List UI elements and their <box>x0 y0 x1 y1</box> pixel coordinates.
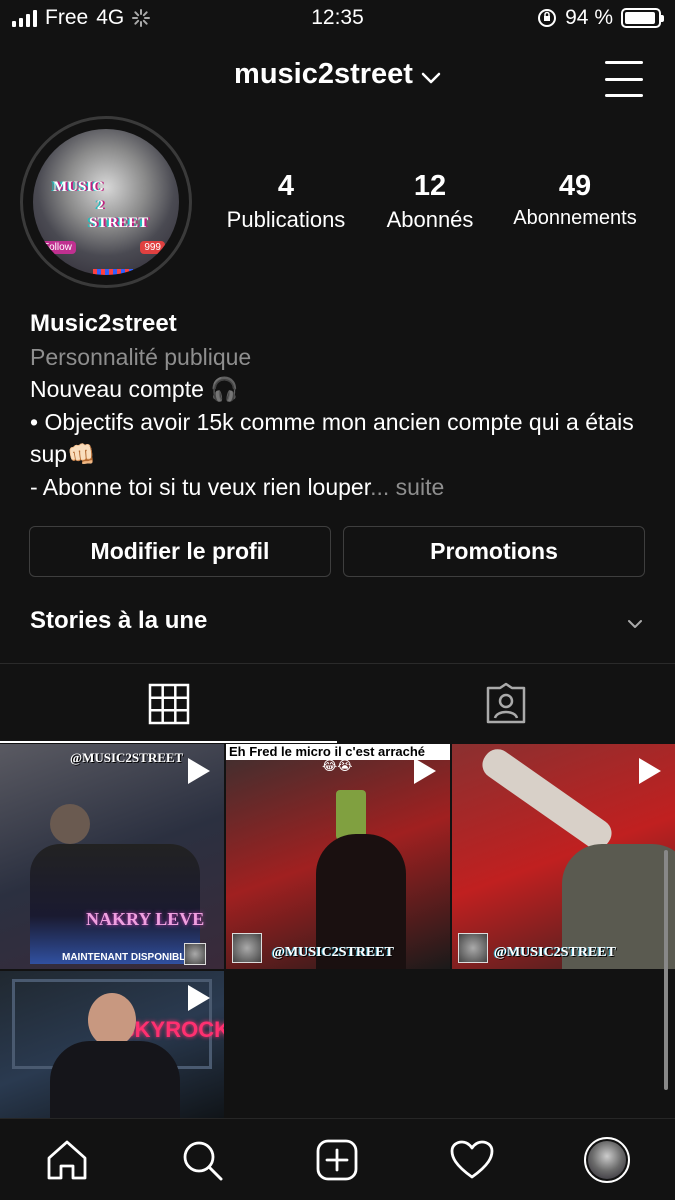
avatar <box>584 1137 630 1183</box>
tile-figure <box>476 744 618 855</box>
avatar-text: MUSIC <box>53 179 104 195</box>
bottom-navigation <box>0 1118 675 1200</box>
bio-more-link[interactable]: ... suite <box>370 474 444 500</box>
scrollbar[interactable] <box>664 850 668 1090</box>
post-caption: MAINTENANT DISPONIBLE <box>62 952 192 963</box>
avatar-text: STREET <box>89 215 149 231</box>
menu-icon[interactable] <box>605 58 643 97</box>
chevron-down-icon <box>421 59 441 92</box>
display-name: Music2street <box>30 310 177 337</box>
post-tile[interactable]: @MUSIC2STREET <box>452 744 675 969</box>
post-caption: @MUSIC2STREET <box>70 750 184 765</box>
video-play-icon <box>637 756 663 791</box>
post-caption: Eh Fred le micro il c'est arraché <box>229 744 426 759</box>
nav-new-post[interactable] <box>312 1135 362 1185</box>
avatar-decoration <box>93 269 133 275</box>
grid-icon <box>148 683 189 725</box>
chevron-down-icon[interactable] <box>627 616 643 634</box>
video-play-icon <box>412 756 438 791</box>
bio-line: Nouveau compte 🎧 <box>30 376 239 402</box>
mini-logo <box>184 943 206 965</box>
post-tile[interactable]: Eh Fred le micro il c'est arraché 😂😭 @MU… <box>226 744 450 969</box>
account-switcher[interactable]: music2street <box>0 58 675 92</box>
profile-bio: Music2street Personnalité publique Nouve… <box>30 308 650 503</box>
post-tile[interactable]: SKYROCK <box>0 971 224 1118</box>
add-post-icon <box>316 1139 358 1181</box>
mini-logo <box>458 933 488 963</box>
stat-followers[interactable]: 12 Abonnés <box>374 170 486 233</box>
stat-following[interactable]: 49 Abonnements <box>502 170 648 230</box>
post-watermark: @MUSIC2STREET <box>272 945 394 960</box>
stat-publications[interactable]: 4 Publications <box>212 170 360 233</box>
search-icon <box>183 1141 223 1181</box>
post-tile[interactable]: @MUSIC2STREET NAKRY LEVE MAINTENANT DISP… <box>0 744 224 969</box>
tile-figure <box>50 804 90 844</box>
stat-value: 49 <box>558 170 592 202</box>
orientation-lock-icon <box>538 9 557 27</box>
stat-value: 12 <box>413 170 447 202</box>
post-caption: NAKRY LEVE <box>86 909 205 929</box>
heart-icon <box>450 1140 494 1179</box>
tile-figure <box>88 993 136 1047</box>
tile-figure <box>30 844 200 964</box>
avatar-like-badge: 999 <box>140 241 165 254</box>
edit-profile-button[interactable]: Modifier le profil <box>29 526 331 577</box>
stat-label: Abonnements <box>513 207 637 229</box>
status-bar: Free 4G 12:35 94 % <box>0 0 675 38</box>
divider <box>0 663 675 664</box>
tab-tagged[interactable] <box>337 665 675 743</box>
post-emoji: 😂😭 <box>322 758 353 773</box>
stat-label: Publications <box>226 207 346 232</box>
nav-search[interactable] <box>177 1135 227 1185</box>
battery-percent: 94 % <box>565 6 613 29</box>
profile-stats: 4 Publications 12 Abonnés 49 Abonnements <box>212 170 652 240</box>
tab-grid[interactable] <box>0 665 337 743</box>
nav-profile[interactable] <box>582 1135 632 1185</box>
battery-icon <box>621 8 664 28</box>
video-play-icon <box>186 756 212 791</box>
username-title: music2street <box>234 58 413 90</box>
nav-home[interactable] <box>42 1135 92 1185</box>
tile-figure <box>50 1041 180 1118</box>
bio-line: - Abonne toi si tu veux rien louper <box>30 473 371 500</box>
bio-line: • Objectifs avoir 15k comme mon ancien c… <box>30 408 634 468</box>
avatar-image: MUSIC 2 STREET Follow 999 <box>33 129 179 275</box>
mini-logo <box>232 933 262 963</box>
avatar-text: 2 <box>97 197 104 212</box>
active-tab-indicator <box>0 741 337 743</box>
stat-value: 4 <box>277 170 295 202</box>
video-play-icon <box>186 983 212 1018</box>
home-icon <box>47 1140 87 1180</box>
highlights-title[interactable]: Stories à la une <box>30 607 207 635</box>
profile-header: music2street <box>0 52 675 102</box>
nav-activity[interactable] <box>447 1135 497 1185</box>
profile-category: Personnalité publique <box>30 343 252 370</box>
tile-figure <box>336 790 366 840</box>
profile-avatar[interactable]: MUSIC 2 STREET Follow 999 <box>20 116 192 288</box>
tagged-person-icon <box>486 682 526 724</box>
stat-label: Abonnés <box>386 207 474 232</box>
post-watermark: @MUSIC2STREET <box>494 945 616 960</box>
avatar-follow-badge: Follow <box>39 241 76 254</box>
promotions-button[interactable]: Promotions <box>343 526 645 577</box>
